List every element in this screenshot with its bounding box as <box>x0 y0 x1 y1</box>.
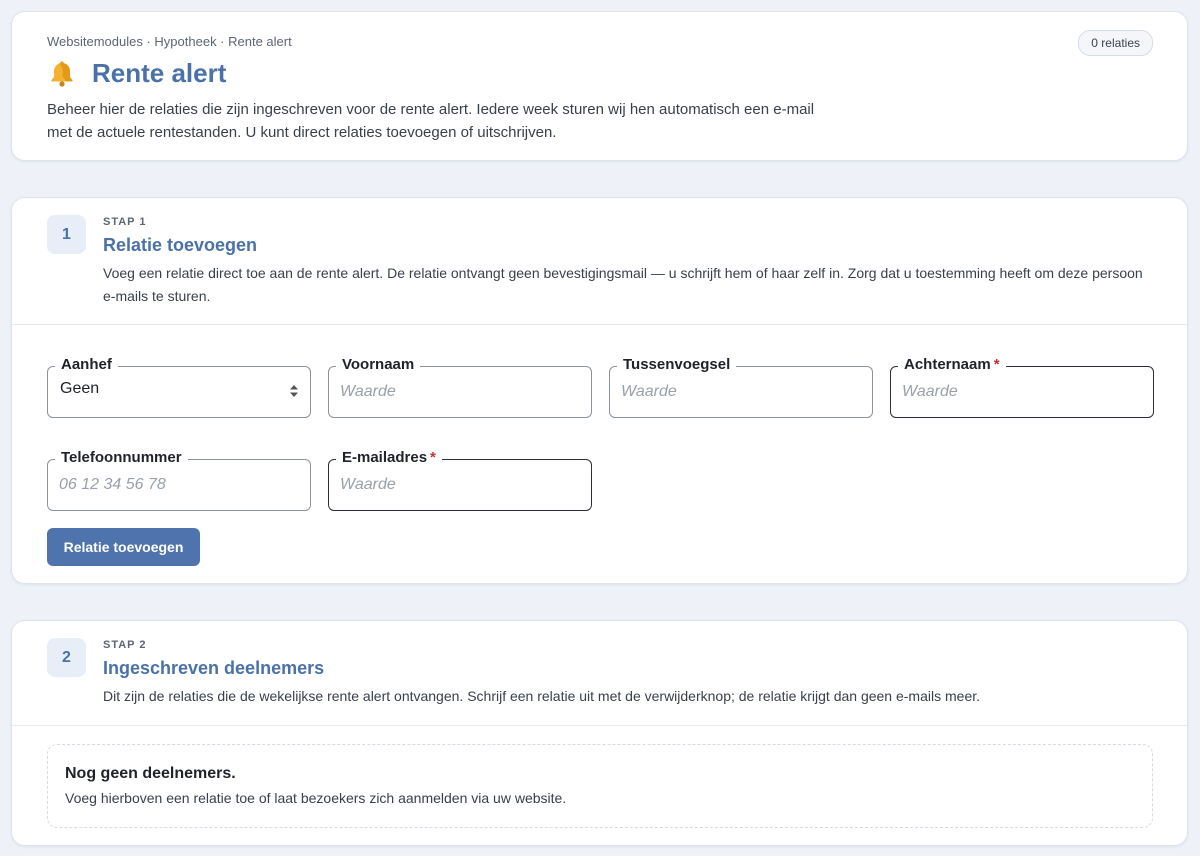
field-label: E-mailadres * <box>336 448 442 468</box>
required-marker: * <box>993 356 1000 373</box>
step-label: STAP 1 <box>103 216 147 228</box>
field-label: Voornaam <box>336 355 421 375</box>
header-card: Websitemodules · Hypotheek · Rente alert… <box>11 11 1188 161</box>
voornaam-field[interactable]: Voornaam <box>328 355 592 418</box>
field-label: Tussenvoegsel <box>617 355 737 375</box>
participants-card: 2 STAP 2 Ingeschreven deelnemers Dit zij… <box>11 620 1188 846</box>
page-title-text: Rente alert <box>92 58 227 88</box>
add-relation-card: 1 STAP 1 Relatie toevoegen Voeg een rela… <box>11 197 1188 584</box>
step-description: Voeg een relatie direct toe aan de rente… <box>103 265 1143 304</box>
achternaam-field[interactable]: Achternaam* <box>890 355 1154 418</box>
empty-state-title: Nog geen deelnemers. <box>65 765 236 782</box>
aanhef-select[interactable]: Aanhef Geen <box>47 355 311 418</box>
page-description: Beheer hier de relaties die zijn ingesch… <box>47 101 815 141</box>
step-title: Relatie toevoegen <box>103 235 258 255</box>
step-number: 1 <box>47 215 86 254</box>
select-value: Geen <box>60 380 100 397</box>
empty-state: Nog geen deelnemers. Voeg hierboven een … <box>47 744 1153 828</box>
field-label: Achternaam * <box>898 355 1006 375</box>
add-relation-button[interactable]: Relatie toevoegen <box>47 528 200 566</box>
step-label: STAP 2 <box>103 639 147 651</box>
relations-count-badge: 0 relaties <box>1078 30 1153 56</box>
telefoon-field[interactable]: Telefoonnummer <box>47 448 311 511</box>
select-arrows-icon <box>290 385 298 397</box>
step-description: Dit zijn de relaties die de wekelijkse r… <box>103 688 981 704</box>
field-label: Telefoonnummer <box>55 448 188 468</box>
step-number: 2 <box>47 638 86 677</box>
breadcrumb: Websitemodules · Hypotheek · Rente alert <box>47 34 292 49</box>
page-title: Rente alert <box>48 58 226 89</box>
step-title: Ingeschreven deelnemers <box>103 658 325 678</box>
required-marker: * <box>430 449 436 466</box>
divider <box>12 324 1187 325</box>
empty-state-description: Voeg hierboven een relatie toe of laat b… <box>65 790 567 806</box>
field-label: Aanhef <box>55 355 118 375</box>
divider <box>12 725 1187 726</box>
email-field[interactable]: E-mailadres* <box>328 448 592 511</box>
bell-icon <box>51 60 73 87</box>
tussenvoegsel-field[interactable]: Tussenvoegsel <box>609 355 873 418</box>
